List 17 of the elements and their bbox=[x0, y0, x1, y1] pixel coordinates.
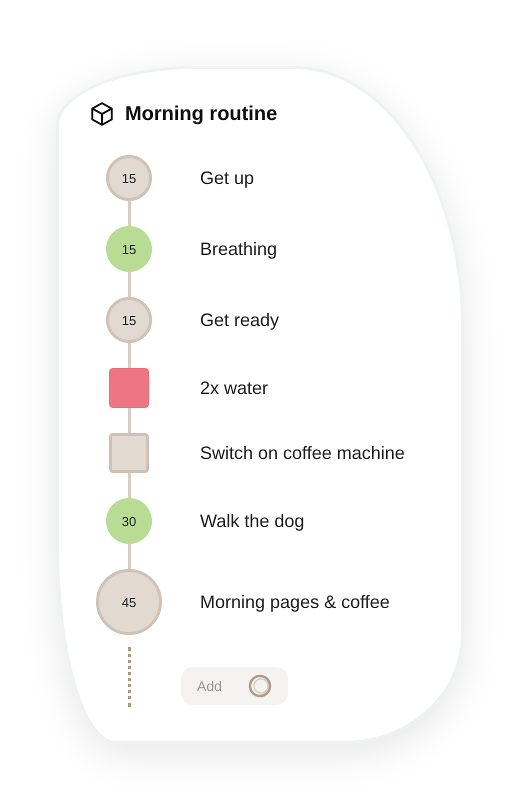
step-label: Get up bbox=[200, 168, 254, 188]
step-square[interactable] bbox=[109, 368, 149, 408]
routine-title: Morning routine bbox=[125, 102, 278, 126]
step-duration[interactable]: 15 bbox=[106, 226, 152, 272]
step-duration[interactable]: 45 bbox=[96, 569, 162, 635]
step-label: Breathing bbox=[200, 238, 278, 260]
step-duration[interactable]: 15 bbox=[106, 297, 152, 343]
step-duration[interactable]: 15 bbox=[106, 155, 152, 201]
step-label: Morning pages & coffee bbox=[200, 592, 390, 612]
step-duration[interactable]: 30 bbox=[106, 498, 152, 544]
step-label: Switch on coffee machine bbox=[200, 442, 405, 464]
step-label: Get ready bbox=[200, 310, 280, 330]
cube-icon bbox=[89, 101, 115, 127]
step-label: 2x water bbox=[200, 378, 268, 398]
ring-icon bbox=[248, 674, 272, 698]
step-square[interactable] bbox=[109, 433, 149, 473]
step-label: Walk the dog bbox=[200, 510, 304, 532]
